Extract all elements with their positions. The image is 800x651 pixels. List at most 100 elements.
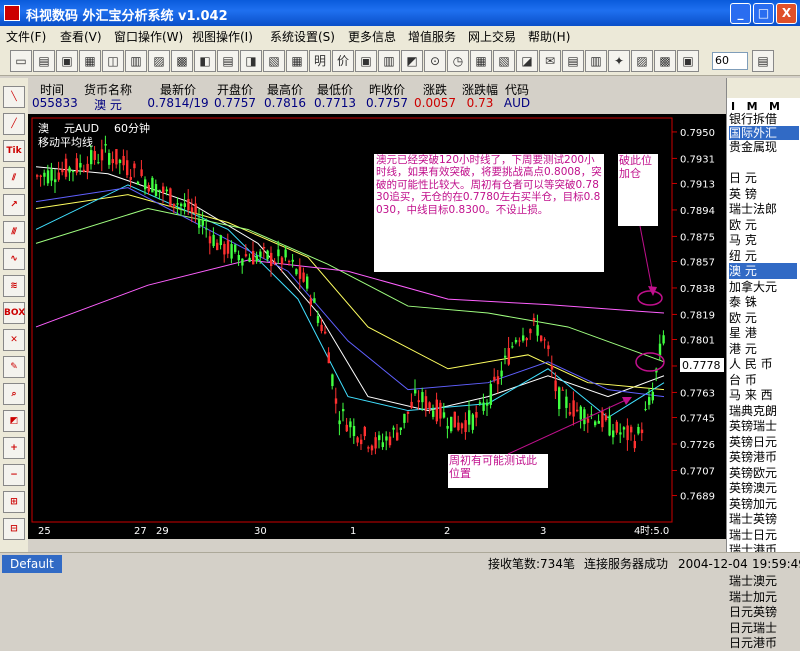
tool-ray-button[interactable]: ╱ bbox=[3, 113, 25, 135]
toolbar-icon-22-button[interactable]: ▧ bbox=[493, 50, 515, 72]
toolbar-icon-27-button[interactable]: ✦ bbox=[608, 50, 630, 72]
menu-settings[interactable]: 系统设置(S) bbox=[270, 28, 335, 45]
symbol-item[interactable]: 英 镑 bbox=[729, 186, 797, 202]
default-tab[interactable]: Default bbox=[2, 555, 62, 573]
toolbar-icon-30-button[interactable]: ▣ bbox=[677, 50, 699, 72]
symbol-item[interactable]: 瑞士英镑 bbox=[729, 511, 797, 527]
toolbar-icon-6-button[interactable]: ▥ bbox=[125, 50, 147, 72]
toolbar-icon-24-button[interactable]: ✉ bbox=[539, 50, 561, 72]
symbol-item[interactable]: 台 币 bbox=[729, 372, 797, 388]
menu-online-trade[interactable]: 网上交易 bbox=[468, 28, 516, 45]
symbol-item[interactable]: 港 元 bbox=[729, 341, 797, 357]
symbol-item[interactable]: 瑞士澳元 bbox=[729, 573, 797, 589]
list-view-button[interactable]: ▤ bbox=[752, 50, 774, 72]
tool-delete-button[interactable]: ✕ bbox=[3, 329, 25, 351]
symbol-item[interactable]: 瑞士加元 bbox=[729, 589, 797, 605]
tool-minus-button[interactable]: − bbox=[3, 464, 25, 486]
toolbar-icon-10-button[interactable]: ▤ bbox=[217, 50, 239, 72]
toolbar-icon-8-button[interactable]: ▩ bbox=[171, 50, 193, 72]
toolbar-icon-18-button[interactable]: ◩ bbox=[401, 50, 423, 72]
tool-channel-button[interactable]: ⫽ bbox=[3, 167, 25, 189]
symbol-item[interactable]: 马 克 bbox=[729, 232, 797, 248]
menu-view-ops[interactable]: 视图操作(I) bbox=[192, 28, 253, 45]
toolbar-icon-26-button[interactable]: ▥ bbox=[585, 50, 607, 72]
toolbar-icon-21-button[interactable]: ▦ bbox=[470, 50, 492, 72]
menu-more-info[interactable]: 更多信息 bbox=[348, 28, 396, 45]
toolbar-icon-23-button[interactable]: ◪ bbox=[516, 50, 538, 72]
symbol-item[interactable]: 星 港 bbox=[729, 325, 797, 341]
symbol-item[interactable]: 日 元 bbox=[729, 170, 797, 186]
toolbar-icon-5-button[interactable]: ◫ bbox=[102, 50, 124, 72]
tool-grid2-button[interactable]: ⊟ bbox=[3, 518, 25, 540]
candle-body bbox=[547, 345, 550, 349]
tool-tik-button[interactable]: Tik bbox=[3, 140, 25, 162]
symbol-item[interactable]: 英镑加元 bbox=[729, 496, 797, 512]
tool-box-button[interactable]: BOX bbox=[3, 302, 25, 324]
toolbar-icon-15-button[interactable]: 价 bbox=[332, 50, 354, 72]
candlestick-chart[interactable]: 澳 元AUD 60分钟 移动平均线 0.7950 0.7931 0.7913 0.78… bbox=[28, 114, 726, 539]
toolbar-icon-19-button[interactable]: ⊙ bbox=[424, 50, 446, 72]
toolbar-icon-4-button[interactable]: ▦ bbox=[79, 50, 101, 72]
tool-arrow-button[interactable]: ↗ bbox=[3, 194, 25, 216]
symbol-item[interactable]: 马 来 西 bbox=[729, 387, 797, 403]
maximize-button[interactable]: □ bbox=[753, 3, 774, 24]
tool-pen-button[interactable]: ✎ bbox=[3, 356, 25, 378]
section-metals[interactable]: 贵金属现 bbox=[729, 140, 799, 154]
chart-svg[interactable]: 澳 元AUD 60分钟 移动平均线 0.7950 0.7931 0.7913 0.78… bbox=[28, 114, 726, 539]
tool-mag-button[interactable]: ⌕ bbox=[3, 383, 25, 405]
toolbar-icon-9-button[interactable]: ◧ bbox=[194, 50, 216, 72]
symbol-item[interactable]: 泰 铢 bbox=[729, 294, 797, 310]
symbol-item[interactable]: 英镑日元 bbox=[729, 434, 797, 450]
symbol-item[interactable]: 人 民 币 bbox=[729, 356, 797, 372]
symbol-item[interactable]: 加拿大元 bbox=[729, 279, 797, 295]
section-forex[interactable]: 国际外汇 bbox=[729, 126, 799, 140]
menu-file[interactable]: 文件(F) bbox=[6, 28, 46, 45]
symbol-item[interactable]: 日元瑞士 bbox=[729, 620, 797, 636]
tool-draw-button[interactable]: ◩ bbox=[3, 410, 25, 432]
toolbar-icon-20-button[interactable]: ◷ bbox=[447, 50, 469, 72]
tool-grid-button[interactable]: ⊞ bbox=[3, 491, 25, 513]
symbol-item[interactable]: 瑞士日元 bbox=[729, 527, 797, 543]
tool-add-button[interactable]: + bbox=[3, 437, 25, 459]
toolbar-icon-1-button[interactable]: ▭ bbox=[10, 50, 32, 72]
toolbar-icon-28-button[interactable]: ▨ bbox=[631, 50, 653, 72]
menu-view[interactable]: 查看(V) bbox=[60, 28, 102, 45]
toolbar-icon-25-button[interactable]: ▤ bbox=[562, 50, 584, 72]
toolbar-icon-12-button[interactable]: ▧ bbox=[263, 50, 285, 72]
toolbar-icon-29-button[interactable]: ▩ bbox=[654, 50, 676, 72]
toolbar-icon-11-button[interactable]: ◨ bbox=[240, 50, 262, 72]
toolbar-icon-16-button[interactable]: ▣ bbox=[355, 50, 377, 72]
close-button[interactable]: X bbox=[776, 3, 797, 24]
symbol-item[interactable]: 日元港币 bbox=[729, 635, 797, 651]
menu-help[interactable]: 帮助(H) bbox=[528, 28, 570, 45]
symbol-item[interactable]: 英镑港币 bbox=[729, 449, 797, 465]
toolbar-icon-13-button[interactable]: ▦ bbox=[286, 50, 308, 72]
toolbar-icon-3-button[interactable]: ▣ bbox=[56, 50, 78, 72]
candle-body bbox=[468, 410, 471, 425]
section-interbank[interactable]: 银行拆借 bbox=[729, 112, 799, 126]
symbol-item[interactable]: 英镑瑞士 bbox=[729, 418, 797, 434]
toolbar-icon-14-button[interactable]: 明 bbox=[309, 50, 331, 72]
menu-value-added[interactable]: 增值服务 bbox=[408, 28, 456, 45]
candle-body bbox=[576, 409, 579, 412]
symbol-item[interactable]: 欧 元 bbox=[729, 217, 797, 233]
symbol-item[interactable]: 瑞士法郎 bbox=[729, 201, 797, 217]
tool-fib-button[interactable]: ≋ bbox=[3, 275, 25, 297]
symbol-item[interactable]: 英镑欧元 bbox=[729, 465, 797, 481]
tool-line-button[interactable]: ╲ bbox=[3, 86, 25, 108]
tool-channel2-button[interactable]: ⫻ bbox=[3, 221, 25, 243]
symbol-item[interactable]: 日元英镑 bbox=[729, 604, 797, 620]
x-tick-label: 25 bbox=[38, 526, 51, 537]
symbol-item[interactable]: 欧 元 bbox=[729, 310, 797, 326]
symbol-item[interactable]: 瑞典克朗 bbox=[729, 403, 797, 419]
period-combo[interactable]: 60 bbox=[712, 52, 748, 70]
menu-window[interactable]: 窗口操作(W) bbox=[114, 28, 183, 45]
minimize-button[interactable]: _ bbox=[730, 3, 751, 24]
toolbar-icon-2-button[interactable]: ▤ bbox=[33, 50, 55, 72]
tool-cycle-button[interactable]: ∿ bbox=[3, 248, 25, 270]
symbol-item[interactable]: 纽 元 bbox=[729, 248, 797, 264]
symbol-item[interactable]: 英镑澳元 bbox=[729, 480, 797, 496]
toolbar-icon-7-button[interactable]: ▨ bbox=[148, 50, 170, 72]
symbol-item[interactable]: 澳 元 bbox=[729, 263, 797, 279]
toolbar-icon-17-button[interactable]: ▥ bbox=[378, 50, 400, 72]
